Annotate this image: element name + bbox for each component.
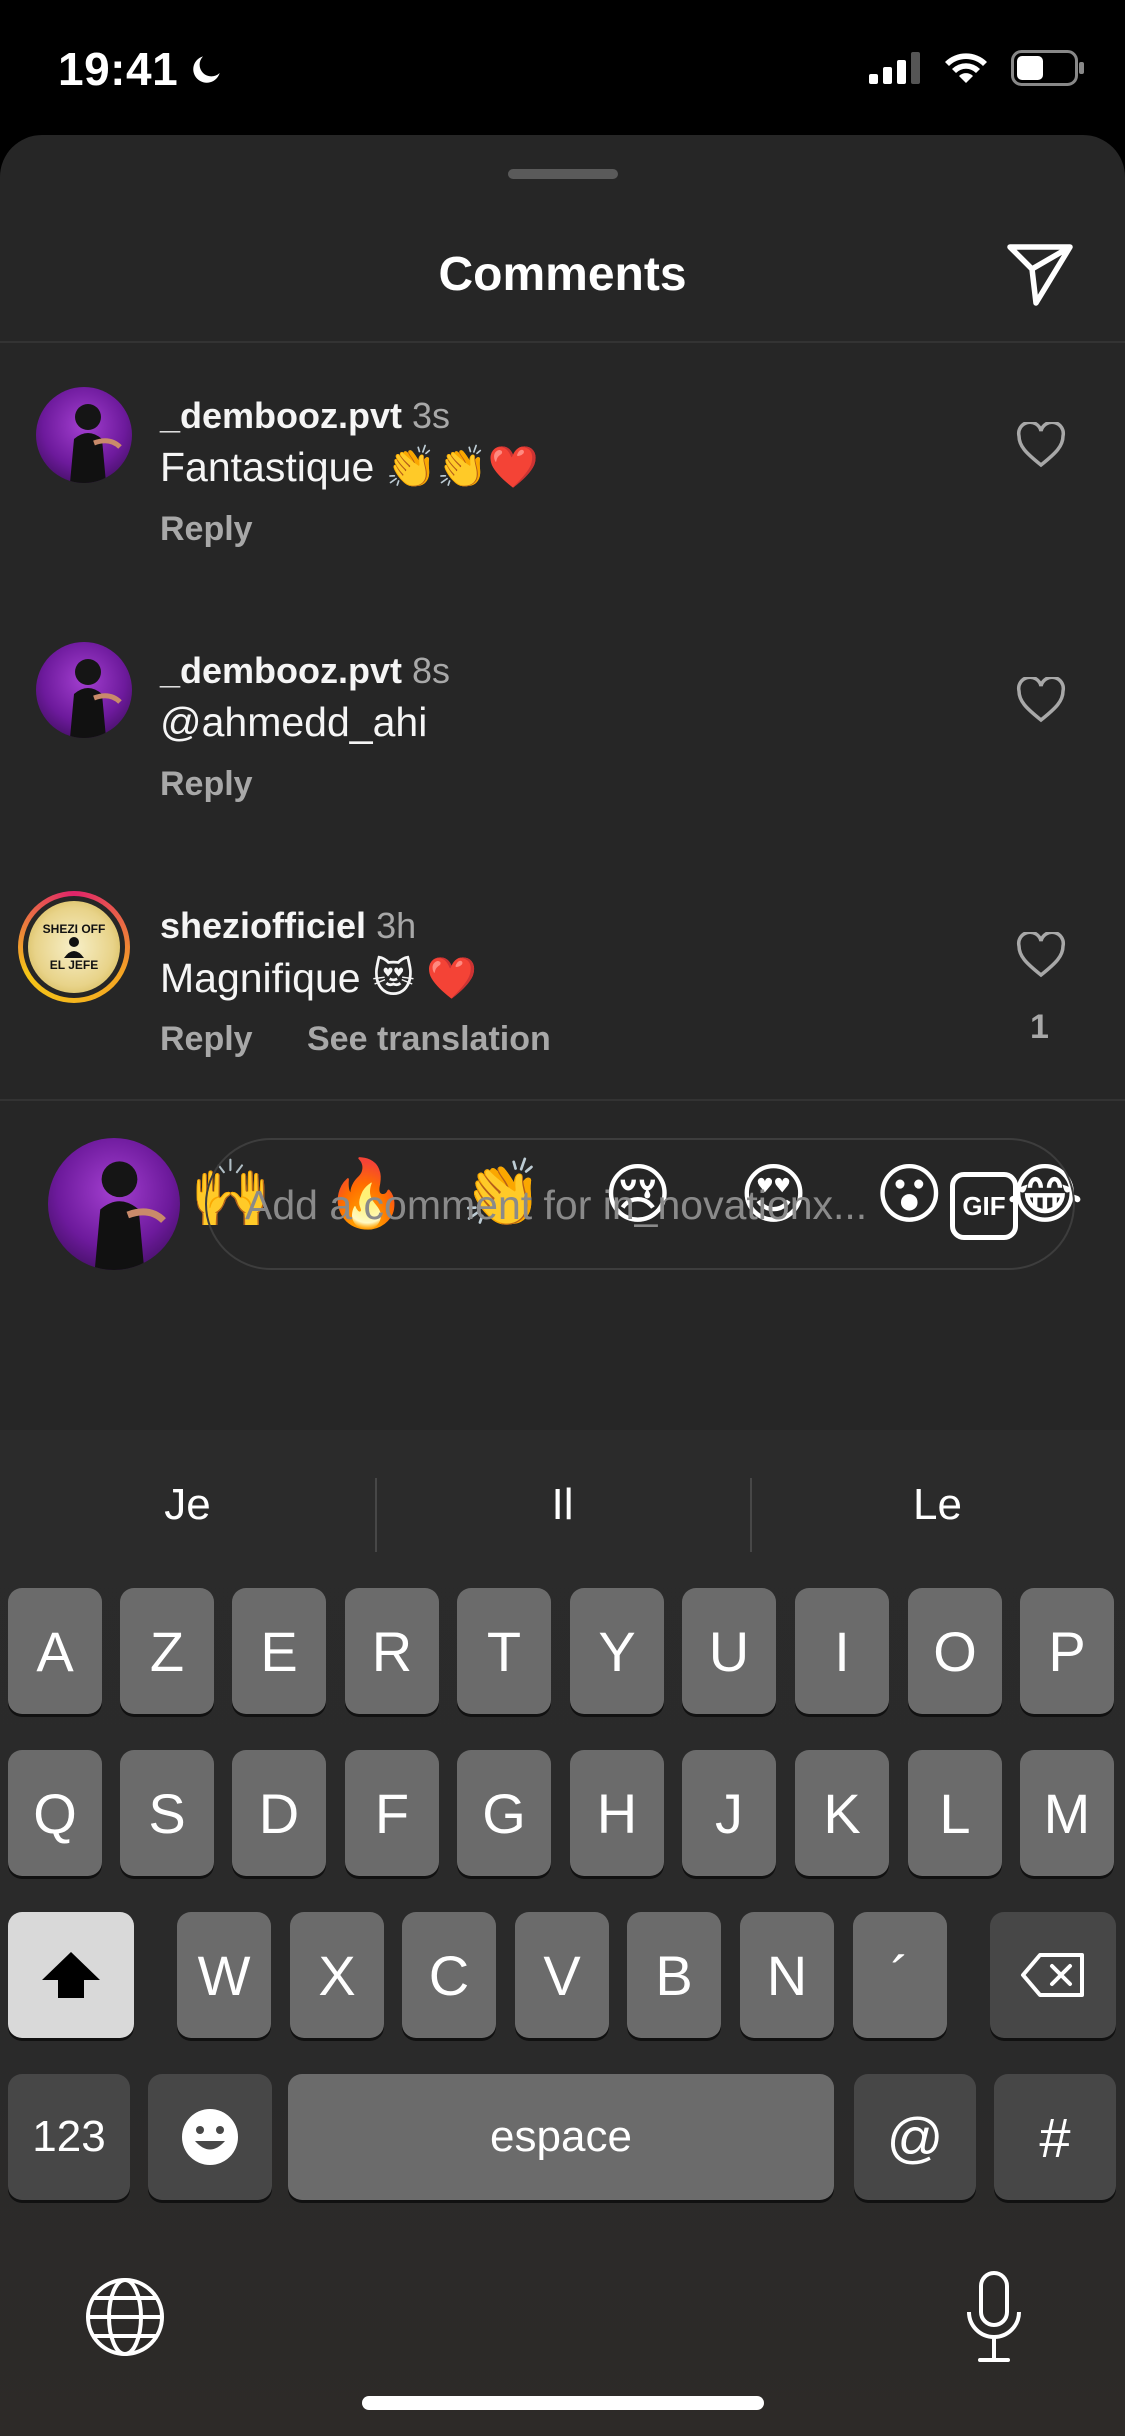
key-t[interactable]: T — [457, 1588, 551, 1714]
status-bar: 19:41 — [0, 0, 1125, 135]
reply-button[interactable]: Reply — [160, 510, 253, 549]
key-o[interactable]: O — [908, 1588, 1002, 1714]
comment-timestamp: 8s — [412, 650, 451, 691]
suggestion-item[interactable]: Je — [0, 1460, 375, 1550]
like-count: 1 — [1030, 1008, 1049, 1046]
time-label: 19:41 — [58, 43, 179, 95]
header-divider — [0, 341, 1125, 343]
share-button[interactable] — [1002, 235, 1078, 311]
key-accent[interactable]: ´ — [853, 1912, 947, 2038]
username-text[interactable]: sheziofficiel — [160, 905, 366, 946]
microphone-icon[interactable] — [964, 2270, 1024, 2364]
comment-timestamp: 3h — [376, 905, 417, 946]
key-i[interactable]: I — [795, 1588, 889, 1714]
avatar[interactable] — [36, 642, 132, 738]
see-translation-button[interactable]: See translation — [307, 1020, 551, 1059]
key-d[interactable]: D — [232, 1750, 326, 1876]
send-icon — [1007, 244, 1073, 306]
status-time: 19:41 — [58, 42, 226, 96]
avatar-figure-icon — [94, 1161, 166, 1270]
key-q[interactable]: Q — [8, 1750, 102, 1876]
avatar-logo-figure-icon — [64, 937, 84, 958]
avatar-figure-icon — [70, 659, 122, 738]
username-text[interactable]: _dembooz.pvt — [160, 650, 402, 691]
keyboard-suggestions: Je Il Le — [0, 1460, 1125, 1552]
key-y[interactable]: Y — [570, 1588, 664, 1714]
sheet-grabber[interactable] — [508, 169, 618, 179]
keyboard: Je Il Le A Z E R T Y U I O P Q S D F G H… — [0, 1430, 1125, 2436]
comment-text: Magnifique 😻 ❤️ — [160, 955, 478, 1001]
backspace-icon — [1021, 1953, 1084, 1997]
username-text[interactable]: _dembooz.pvt — [160, 395, 402, 436]
heart-icon[interactable] — [1016, 677, 1066, 723]
globe-icon[interactable] — [84, 2276, 166, 2358]
comment-timestamp: 3s — [412, 395, 451, 436]
sheet-title: Comments — [438, 248, 687, 301]
key-r[interactable]: R — [345, 1588, 439, 1714]
emoji-smiley-icon — [182, 2109, 238, 2165]
key-f[interactable]: F — [345, 1750, 439, 1876]
comment-input[interactable] — [245, 1170, 925, 1240]
key-w[interactable]: W — [177, 1912, 271, 2038]
shift-arrow-icon — [42, 1952, 100, 1998]
comment-username[interactable]: _dembooz.pvt 3s — [160, 395, 450, 437]
comment-text: Fantastique 👏👏❤️ — [160, 444, 539, 490]
avatar-logo-line: EL JEFE — [49, 958, 99, 972]
cellular-signal-icon — [869, 52, 920, 84]
avatar-figure-icon — [70, 404, 122, 483]
heart-icon[interactable] — [1016, 422, 1066, 468]
avatar-logo: SHEZI OFF EL JEFE — [28, 901, 120, 993]
key-u[interactable]: U — [682, 1588, 776, 1714]
key-a[interactable]: A — [8, 1588, 102, 1714]
avatar-ring-inner: SHEZI OFF EL JEFE — [23, 896, 125, 998]
current-user-avatar — [48, 1138, 180, 1270]
comment-username[interactable]: _dembooz.pvt 8s — [160, 650, 450, 692]
key-x[interactable]: X — [290, 1912, 384, 2038]
key-g[interactable]: G — [457, 1750, 551, 1876]
key-m[interactable]: M — [1020, 1750, 1114, 1876]
avatar[interactable] — [36, 387, 132, 483]
suggestion-item[interactable]: Le — [750, 1460, 1125, 1552]
comment-item: SHEZI OFF EL JEFE sheziofficiel 3h Magnif… — [0, 882, 1125, 1122]
key-e[interactable]: E — [232, 1588, 326, 1714]
emoji-key[interactable] — [148, 2074, 272, 2200]
key-v[interactable]: V — [515, 1912, 609, 2038]
key-n[interactable]: N — [740, 1912, 834, 2038]
key-h[interactable]: H — [570, 1750, 664, 1876]
comment-composer: GIF — [205, 1138, 1075, 1270]
comment-text: @ahmedd_ahi — [160, 699, 428, 745]
suggestion-item[interactable]: Il — [375, 1460, 750, 1552]
reply-button[interactable]: Reply — [160, 765, 253, 804]
comment-item: _dembooz.pvt 3s Fantastique 👏👏❤️ Reply — [0, 372, 1125, 612]
numbers-key[interactable]: 123 — [8, 2074, 130, 2200]
avatar-logo-line: SHEZI OFF — [42, 922, 106, 936]
home-indicator[interactable] — [362, 2396, 764, 2410]
key-z[interactable]: Z — [120, 1588, 214, 1714]
hash-key[interactable]: # — [994, 2074, 1116, 2200]
comment-username[interactable]: sheziofficiel 3h — [160, 905, 416, 947]
delete-key[interactable] — [990, 1912, 1116, 2038]
battery-icon — [1011, 50, 1084, 86]
moon-icon — [193, 56, 220, 83]
key-b[interactable]: B — [627, 1912, 721, 2038]
avatar-story-ring[interactable]: SHEZI OFF EL JEFE — [18, 891, 130, 1003]
reply-button[interactable]: Reply — [160, 1020, 253, 1059]
key-p[interactable]: P — [1020, 1588, 1114, 1714]
gif-button[interactable]: GIF — [950, 1172, 1018, 1240]
reactions-divider — [0, 1099, 1125, 1101]
heart-icon[interactable] — [1016, 932, 1066, 978]
key-l[interactable]: L — [908, 1750, 1002, 1876]
comments-sheet: Comments _dembooz.pvt 3s Fantastique 👏👏❤️… — [0, 135, 1125, 1430]
at-key[interactable]: @ — [854, 2074, 976, 2200]
wifi-icon — [945, 53, 987, 83]
key-j[interactable]: J — [682, 1750, 776, 1876]
comment-item: _dembooz.pvt 8s @ahmedd_ahi Reply — [0, 627, 1125, 867]
key-k[interactable]: K — [795, 1750, 889, 1876]
key-s[interactable]: S — [120, 1750, 214, 1876]
key-c[interactable]: C — [402, 1912, 496, 2038]
status-indicators — [869, 50, 1085, 86]
space-key[interactable]: espace — [288, 2074, 834, 2200]
shift-key[interactable] — [8, 1912, 134, 2038]
